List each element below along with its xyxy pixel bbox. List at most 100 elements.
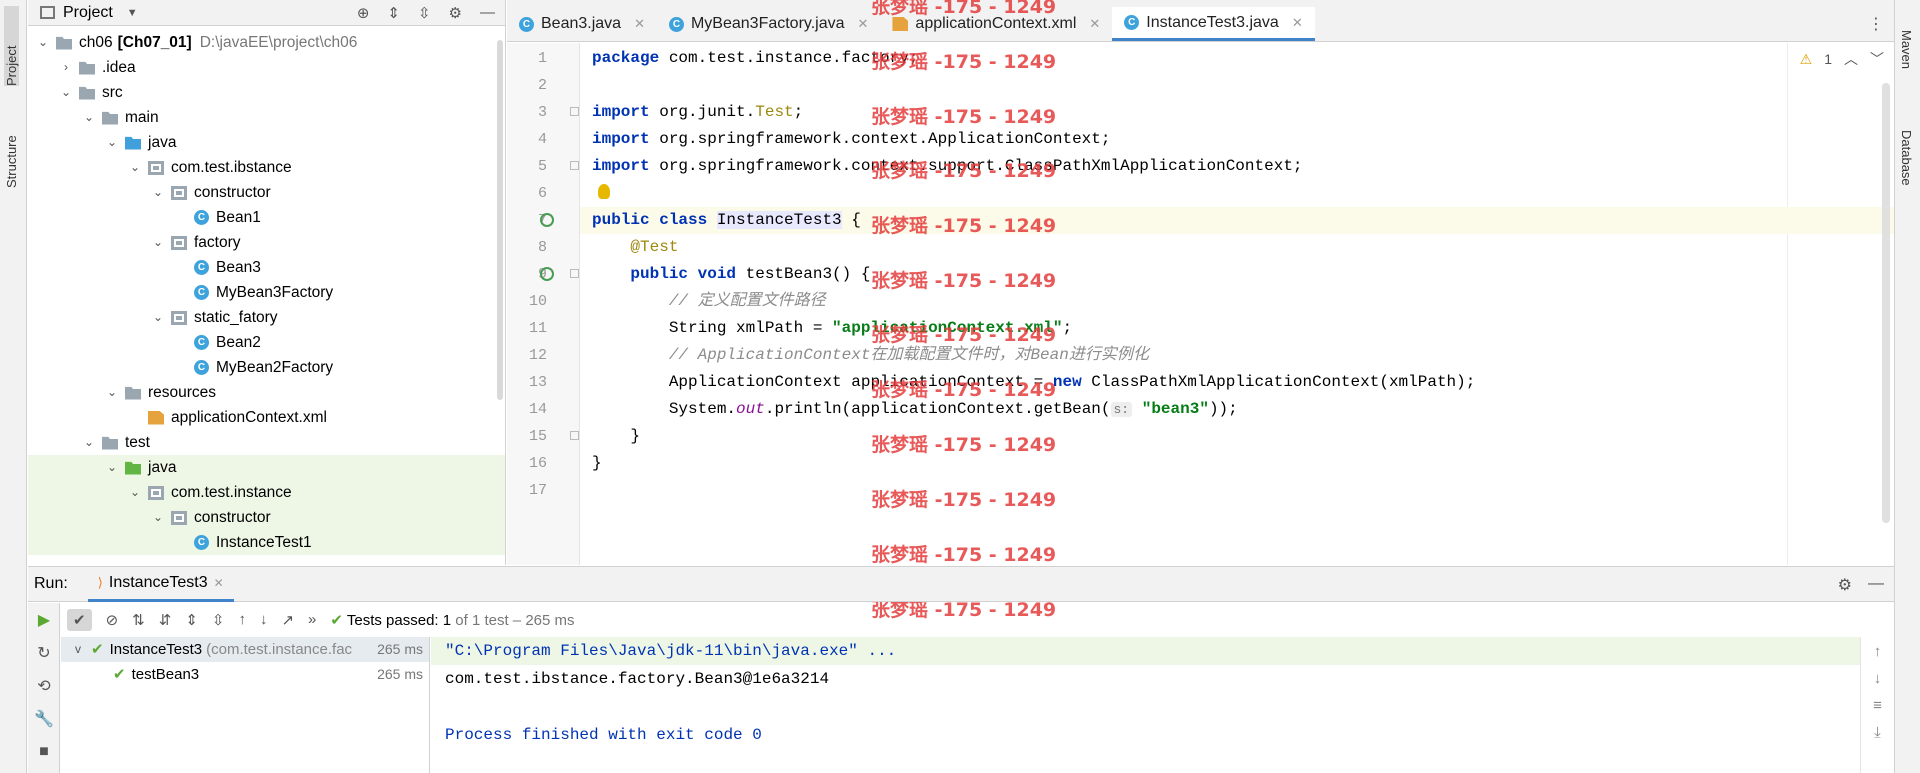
close-icon[interactable]: ✕ <box>1292 15 1303 31</box>
chevron-down-icon[interactable]: ⌄ <box>105 455 119 480</box>
chevron-down-icon[interactable]: ⌄ <box>151 505 165 530</box>
fold-icon[interactable] <box>570 431 579 440</box>
arrow-up-icon[interactable]: ↑ <box>1874 643 1882 660</box>
chevron-down-icon[interactable]: ⌄ <box>151 230 165 255</box>
tree-item[interactable]: › .idea <box>28 55 505 80</box>
maven-tool-tab[interactable]: Maven <box>1899 30 1914 69</box>
editor-tab[interactable]: C Bean3.java ✕ <box>507 7 657 41</box>
fold-icon[interactable] <box>570 269 579 278</box>
tree-item[interactable]: ⌄ static_fatory <box>28 305 505 330</box>
warning-icon[interactable]: ⚠ <box>1800 51 1813 68</box>
tree-item[interactable]: ⌄ java <box>28 455 505 480</box>
tree-item[interactable]: ⌄ constructor <box>28 505 505 530</box>
soft-wrap-icon[interactable]: ≡ <box>1873 697 1882 714</box>
tree-item[interactable]: ⌄ com.test.instance <box>28 480 505 505</box>
chevron-down-icon[interactable]: ⌄ <box>105 130 119 155</box>
tree-item[interactable]: C MyBean2Factory <box>28 355 505 380</box>
structure-tool-tab[interactable]: Structure <box>4 108 19 188</box>
editor-scrollbar[interactable] <box>1882 83 1890 523</box>
chevron-down-icon[interactable]: ⌄ <box>128 480 142 505</box>
test-row[interactable]: ✔ testBean3 265 ms <box>61 662 429 687</box>
chevron-down-icon[interactable]: ⌄ <box>36 30 50 55</box>
chevron-right-icon[interactable]: › <box>59 55 73 80</box>
tree-item-label: applicationContext.xml <box>171 409 327 426</box>
test-row[interactable]: v ✔ InstanceTest3 (com.test.instance.fac… <box>61 637 429 662</box>
tree-item[interactable]: ⌄ factory <box>28 230 505 255</box>
code-comment: // 定义配置文件路径 <box>668 292 826 310</box>
rerun-failed-icon[interactable]: ↻ <box>28 636 60 669</box>
tree-item[interactable]: ⌄ ch06 [Ch07_01] D:\javaEE\project\ch06 <box>28 30 505 55</box>
chevron-down-icon[interactable]: ⌄ <box>82 105 96 130</box>
project-panel-title[interactable]: Project <box>63 4 113 22</box>
close-icon[interactable]: ✕ <box>214 576 224 590</box>
run-gutter-icon[interactable] <box>540 267 554 281</box>
minimize-icon[interactable]: — <box>480 4 495 22</box>
fold-icon[interactable] <box>570 107 579 116</box>
tree-item[interactable]: ⌄ com.test.ibstance <box>28 155 505 180</box>
tree-item[interactable]: ⌄ resources <box>28 380 505 405</box>
gear-icon[interactable]: ⚙ <box>1838 575 1852 595</box>
chevron-down-icon[interactable]: ⌄ <box>151 180 165 205</box>
project-tool-tab[interactable]: Project <box>4 6 19 86</box>
tree-item-label: ch06 <box>79 34 113 51</box>
rerun-icon[interactable]: ▶ <box>28 603 60 636</box>
console-output[interactable]: "C:\Program Files\Java\jdk-11\bin\java.e… <box>431 637 1860 773</box>
arrow-down-icon[interactable]: ↓ <box>260 611 268 628</box>
chevron-down-icon[interactable]: v <box>71 637 85 662</box>
editor-tab[interactable]: C MyBean3Factory.java ✕ <box>657 7 880 41</box>
show-ignored-icon[interactable]: ⊘ <box>106 611 119 629</box>
tree-item[interactable]: C MyBean3Factory <box>28 280 505 305</box>
chevron-down-icon[interactable]: ⌄ <box>105 380 119 405</box>
tree-item[interactable]: ⌄ java <box>28 130 505 155</box>
run-tab[interactable]: ⟩ InstanceTest3 ✕ <box>87 566 234 602</box>
tree-item[interactable]: applicationContext.xml <box>28 405 505 430</box>
tree-item[interactable]: C Bean1 <box>28 205 505 230</box>
expand-all-icon[interactable]: ⇕ <box>185 611 198 629</box>
close-icon[interactable]: ✕ <box>634 16 645 32</box>
console-blank <box>431 693 1860 721</box>
minimize-icon[interactable]: — <box>1868 575 1884 595</box>
wrench-icon[interactable]: 🔧 <box>28 702 60 735</box>
show-passed-icon[interactable]: ✔ <box>67 608 92 631</box>
tree-item[interactable]: C InstanceTest1 <box>28 530 505 555</box>
run-gutter-icon[interactable] <box>540 213 554 227</box>
chevron-down-icon[interactable]: ⌄ <box>59 80 73 105</box>
collapse-all-icon[interactable]: ⇳ <box>212 611 225 629</box>
close-icon[interactable]: ✕ <box>1089 16 1100 32</box>
sort-duration-icon[interactable]: ⇵ <box>159 611 172 629</box>
more-icon[interactable]: » <box>308 611 316 628</box>
scroll-to-end-icon[interactable]: ⤓ <box>1874 724 1881 741</box>
close-icon[interactable]: ✕ <box>858 16 869 32</box>
chevron-down-icon[interactable]: ﹀ <box>1870 49 1884 69</box>
editor-tab[interactable]: applicationContext.xml ✕ <box>880 7 1112 41</box>
chevron-down-icon[interactable]: ⌄ <box>82 430 96 455</box>
arrow-down-icon[interactable]: ↓ <box>1874 670 1882 687</box>
chevron-up-icon[interactable]: ︿ <box>1844 49 1858 69</box>
expand-all-icon[interactable]: ⇕ <box>387 4 400 22</box>
lightbulb-icon[interactable] <box>598 184 610 199</box>
editor-tab[interactable]: C InstanceTest3.java ✕ <box>1112 7 1315 41</box>
arrow-up-icon[interactable]: ↑ <box>238 611 246 628</box>
database-tool-tab[interactable]: Database <box>1899 130 1914 186</box>
chevron-down-icon[interactable]: ▼ <box>127 7 138 19</box>
tree-item[interactable]: C Bean2 <box>28 330 505 355</box>
tree-item[interactable]: ⌄ src <box>28 80 505 105</box>
tree-item[interactable]: ⌄ constructor <box>28 180 505 205</box>
tree-item[interactable]: ⌄ test <box>28 430 505 455</box>
export-icon[interactable]: ↗ <box>281 611 294 629</box>
more-options-icon[interactable]: ⋮ <box>1868 14 1884 34</box>
tree-item[interactable]: C Bean3 <box>28 255 505 280</box>
fold-icon[interactable] <box>570 161 579 170</box>
tree-item[interactable]: ⌄ main <box>28 105 505 130</box>
toggle-auto-test-icon[interactable]: ⟲ <box>28 669 60 702</box>
gear-icon[interactable]: ⚙ <box>449 4 462 22</box>
stop-icon[interactable]: ■ <box>28 735 60 768</box>
collapse-all-icon[interactable]: ⇳ <box>418 4 431 22</box>
code-area[interactable]: 1 package com.test.instance.factory; 2 3 i… <box>529 43 1894 565</box>
sort-alpha-icon[interactable]: ⇅ <box>132 611 145 629</box>
locate-icon[interactable]: ⊕ <box>357 4 370 22</box>
chevron-down-icon[interactable]: ⌄ <box>151 305 165 330</box>
project-scrollbar[interactable] <box>497 40 503 400</box>
code-editor[interactable]: 1 package com.test.instance.factory; 2 3 i… <box>507 43 1894 565</box>
chevron-down-icon[interactable]: ⌄ <box>128 155 142 180</box>
